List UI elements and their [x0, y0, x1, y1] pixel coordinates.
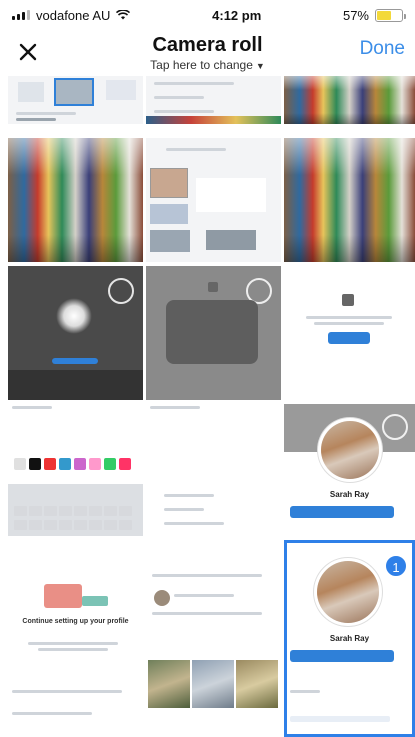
- text-line: [290, 716, 390, 722]
- thumb-shape: [342, 294, 354, 306]
- album-switcher[interactable]: Tap here to change ▼: [0, 58, 415, 72]
- thumb-shape: [328, 332, 370, 344]
- selected-photo-tile[interactable]: 1 Sarah Ray: [284, 540, 415, 737]
- onboarding-title: Continue setting up your profile: [22, 618, 129, 625]
- photo-tile[interactable]: [146, 76, 281, 124]
- text-line: [154, 82, 234, 85]
- photo-tile[interactable]: [146, 138, 281, 262]
- text-line: [12, 690, 122, 693]
- thumb-shape: [8, 370, 143, 400]
- text-line: [164, 522, 224, 525]
- thumb-shape: [236, 660, 278, 708]
- thumb-shape: [196, 178, 266, 212]
- thumb-shape: [208, 282, 218, 292]
- page-title[interactable]: Camera roll: [0, 34, 415, 57]
- text-line: [154, 110, 214, 113]
- text-line: [152, 574, 262, 577]
- keyboard-row: [14, 520, 132, 530]
- done-button[interactable]: Done: [360, 38, 405, 60]
- profile-name: Sarah Ray: [329, 490, 370, 499]
- text-line: [16, 118, 56, 121]
- thumb-shape: [148, 660, 190, 708]
- thumb-shape: [146, 116, 281, 124]
- thumb-shape: [82, 596, 108, 606]
- keyboard-row: [14, 506, 132, 516]
- photo-tile[interactable]: [284, 266, 415, 400]
- text-line: [164, 494, 214, 497]
- photo-tile[interactable]: [284, 76, 415, 124]
- swatch: [29, 458, 41, 470]
- nav-bar: Camera roll Tap here to change ▼ Done: [0, 30, 415, 76]
- thumb-shape: [290, 506, 394, 518]
- thumb-shape: [150, 168, 188, 198]
- thumb-shape: [106, 80, 136, 100]
- carrier-label: vodafone AU: [36, 7, 111, 23]
- photo-tile[interactable]: [284, 138, 415, 262]
- album-switcher-label: Tap here to change: [150, 58, 253, 72]
- select-circle-icon: [108, 278, 134, 304]
- thumb-shape: [166, 300, 258, 364]
- thumb-shape: [54, 78, 94, 106]
- thumb-shape: [192, 660, 234, 708]
- text-line: [314, 322, 384, 325]
- photo-tile[interactable]: [146, 540, 281, 737]
- swatch: [89, 458, 101, 470]
- status-bar: vodafone AU 4:12 pm 57%: [0, 0, 415, 30]
- swatch: [44, 458, 56, 470]
- text-line: [12, 406, 52, 409]
- photo-tile[interactable]: [146, 266, 281, 400]
- text-line: [164, 508, 204, 511]
- status-time: 4:12 pm: [212, 7, 262, 23]
- keyboard-image: [8, 484, 143, 536]
- thumb-shape: [150, 204, 188, 224]
- swatch: [119, 458, 131, 470]
- photo-tile[interactable]: [146, 404, 281, 536]
- photo-tile[interactable]: [8, 76, 143, 124]
- swatch: [59, 458, 71, 470]
- text-line: [12, 712, 92, 715]
- thumb-shape: [56, 298, 92, 334]
- text-line: [174, 594, 234, 597]
- thumb-shape: [44, 584, 82, 608]
- signal-icon: [12, 10, 30, 20]
- text-line: [38, 648, 108, 651]
- photo-tile[interactable]: [8, 404, 143, 536]
- text-line: [290, 690, 320, 693]
- text-line: [150, 406, 200, 409]
- battery-icon: [375, 8, 406, 22]
- photo-tile[interactable]: Sarah Ray: [284, 404, 415, 536]
- thumb-shape: [154, 590, 170, 606]
- swatch: [74, 458, 86, 470]
- selection-count-badge: 1: [384, 554, 408, 578]
- chevron-down-icon: ▼: [255, 61, 265, 71]
- swatch: [104, 458, 116, 470]
- text-line: [154, 96, 204, 99]
- text-line: [16, 112, 76, 115]
- profile-name: Sarah Ray: [329, 634, 370, 643]
- battery-fill: [377, 10, 391, 20]
- thumb-shape: [206, 230, 256, 250]
- select-circle-icon: [382, 414, 408, 440]
- photo-tile[interactable]: Continue setting up your profile: [8, 540, 143, 737]
- avatar: [318, 418, 382, 482]
- wifi-icon: [116, 10, 131, 20]
- text-line: [152, 612, 262, 615]
- text-line: [306, 316, 392, 319]
- swatch: [14, 458, 26, 470]
- photo-tile[interactable]: [8, 266, 143, 400]
- status-left: vodafone AU: [12, 7, 131, 23]
- photo-tile[interactable]: [8, 138, 143, 262]
- thumb-shape: [52, 358, 98, 364]
- thumb-shape: [150, 230, 190, 252]
- avatar: [314, 558, 382, 626]
- thumb-shape: [290, 650, 394, 662]
- battery-percent: 57%: [342, 7, 369, 23]
- text-line: [28, 642, 118, 645]
- color-swatches: [14, 458, 131, 470]
- text-line: [166, 148, 226, 151]
- status-right: 57%: [342, 7, 406, 23]
- thumb-shape: [18, 82, 44, 102]
